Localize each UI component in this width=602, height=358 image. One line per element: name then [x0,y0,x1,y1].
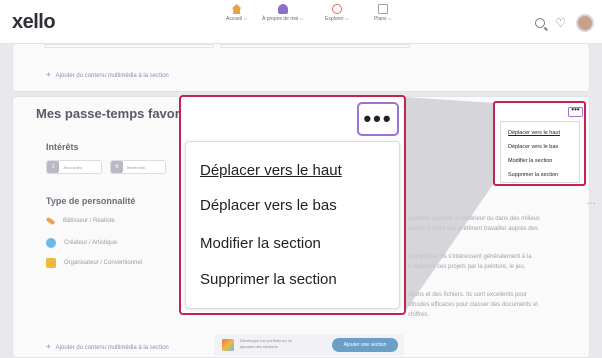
options-menu: Déplacer vers le haut Déplacer vers le b… [185,141,400,309]
menu-delete-section[interactable]: Supprimer la section [200,271,337,288]
zoomed-popover-frame: ••• Déplacer vers le haut Déplacer vers … [179,95,406,315]
menu-move-down[interactable]: Déplacer vers le bas [200,197,337,214]
mini-menu-move-up[interactable]: Déplacer vers le haut [508,130,560,136]
mini-popover-frame: ••• Déplacer vers le haut Déplacer vers … [493,101,586,186]
more-options-icon[interactable]: ••• [357,102,399,136]
mini-menu-move-down[interactable]: Déplacer vers le bas [508,144,558,150]
mini-options-menu: Déplacer vers le haut Déplacer vers le b… [500,121,580,183]
mini-menu-edit[interactable]: Modifier la section [508,158,552,164]
more-options-icon-small[interactable]: ••• [568,106,583,117]
mini-menu-delete[interactable]: Supprimer la section [508,172,558,178]
menu-edit-section[interactable]: Modifier la section [200,235,321,252]
menu-move-up[interactable]: Déplacer vers le haut [200,162,342,179]
